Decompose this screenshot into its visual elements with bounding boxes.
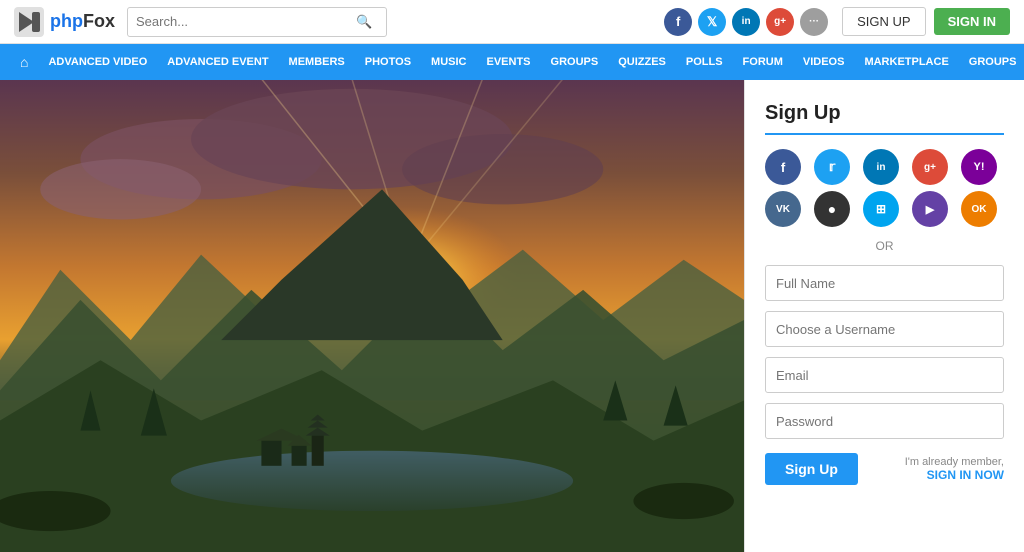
menu-item-advanced-video[interactable]: Advanced Video: [38, 44, 157, 80]
googleplus-signup-btn[interactable]: g+: [912, 149, 948, 185]
email-input[interactable]: [765, 357, 1004, 393]
linkedin-top-icon[interactable]: in: [732, 8, 760, 36]
menu-item-forum[interactable]: Forum: [733, 44, 793, 80]
logo-icon: [14, 7, 44, 37]
menu-item-advanced-event[interactable]: Advanced Event: [157, 44, 278, 80]
main-content: Sign Up f 𝕣 in g+ Y! VK ● ⊞ ▶ OK OR Sign…: [0, 80, 1024, 552]
menu-item-photos[interactable]: Photos: [355, 44, 421, 80]
hero-image: [0, 80, 744, 552]
facebook-top-icon[interactable]: f: [664, 8, 692, 36]
signup-title: Sign Up: [765, 102, 1004, 135]
signup-submit-button[interactable]: Sign Up: [765, 453, 858, 485]
home-menu-item[interactable]: ⌂: [10, 54, 38, 70]
ok-signup-btn[interactable]: OK: [961, 191, 997, 227]
twitch-signup-btn[interactable]: ▶: [912, 191, 948, 227]
username-input[interactable]: [765, 311, 1004, 347]
mountains-svg: [0, 80, 744, 552]
signup-button-top[interactable]: SIGN UP: [842, 7, 925, 36]
logo[interactable]: phpFox: [14, 7, 115, 37]
logo-text: phpFox: [50, 11, 115, 32]
twitter-signup-btn[interactable]: 𝕣: [814, 149, 850, 185]
top-navigation: phpFox 🔍 f 𝕏 in g+ ··· SIGN UP SIGN IN: [0, 0, 1024, 44]
menu-item-marketplace[interactable]: Marketplace: [854, 44, 958, 80]
search-icon: 🔍: [356, 14, 372, 30]
linkedin-signup-btn[interactable]: in: [863, 149, 899, 185]
more-top-icon[interactable]: ···: [800, 8, 828, 36]
menu-item-polls[interactable]: Polls: [676, 44, 733, 80]
yahoo-signup-btn[interactable]: Y!: [961, 149, 997, 185]
social-login-grid: f 𝕣 in g+ Y! VK ● ⊞ ▶ OK: [765, 149, 1004, 227]
signin-now-link[interactable]: SIGN IN NOW: [905, 468, 1004, 482]
menu-bar: ⌂ Advanced Video Advanced Event Members …: [0, 44, 1024, 80]
signup-panel: Sign Up f 𝕣 in g+ Y! VK ● ⊞ ▶ OK OR Sign…: [744, 80, 1024, 552]
or-divider: OR: [765, 239, 1004, 253]
menu-item-groups[interactable]: Groups: [541, 44, 609, 80]
fullname-input[interactable]: [765, 265, 1004, 301]
vk-signup-btn[interactable]: VK: [765, 191, 801, 227]
signin-button-top[interactable]: SIGN IN: [934, 8, 1010, 35]
social-icons-top: f 𝕏 in g+ ···: [664, 8, 828, 36]
menu-item-music[interactable]: Music: [421, 44, 476, 80]
menu-item-groups2[interactable]: Groups: [959, 44, 1024, 80]
facebook-signup-btn[interactable]: f: [765, 149, 801, 185]
googleplus-top-icon[interactable]: g+: [766, 8, 794, 36]
search-input[interactable]: [136, 14, 356, 29]
password-input[interactable]: [765, 403, 1004, 439]
already-member-text: I'm already member, SIGN IN NOW: [905, 456, 1004, 482]
menu-item-videos[interactable]: Videos: [793, 44, 855, 80]
twitter-top-icon[interactable]: 𝕏: [698, 8, 726, 36]
search-box: 🔍: [127, 7, 387, 37]
signup-footer: Sign Up I'm already member, SIGN IN NOW: [765, 453, 1004, 485]
menu-item-quizzes[interactable]: Quizzes: [608, 44, 676, 80]
menu-item-members[interactable]: Members: [279, 44, 355, 80]
menu-item-events[interactable]: Events: [477, 44, 541, 80]
github-signup-btn[interactable]: ●: [814, 191, 850, 227]
microsoft-signup-btn[interactable]: ⊞: [863, 191, 899, 227]
